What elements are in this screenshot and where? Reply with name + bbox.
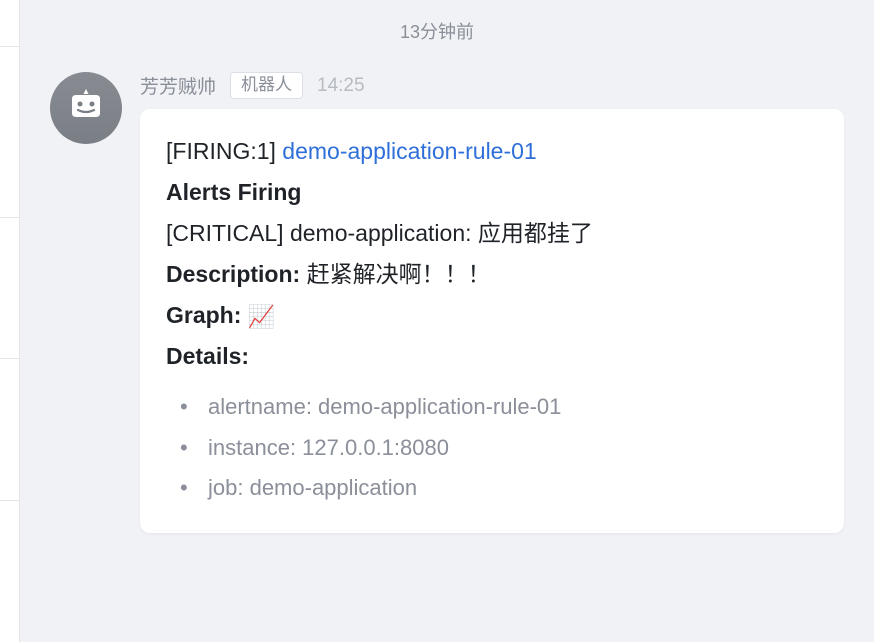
message-content: 芳芳贼帅 机器人 14:25 [FIRING:1] demo-applicati… <box>140 72 844 533</box>
left-rail <box>0 0 20 642</box>
description-line: Description: 赶紧解决啊！！！ <box>166 254 818 295</box>
message-time: 14:25 <box>317 75 365 97</box>
list-item: job: demo-application <box>180 468 818 509</box>
details-list: alertname: demo-application-rule-01insta… <box>166 387 818 509</box>
rule-link[interactable]: demo-application-rule-01 <box>282 138 536 164</box>
sender-name: 芳芳贼帅 <box>140 72 216 99</box>
firing-prefix: [FIRING:1] <box>166 138 282 164</box>
description-label: Description: <box>166 261 307 287</box>
message-row: 芳芳贼帅 机器人 14:25 [FIRING:1] demo-applicati… <box>0 72 874 533</box>
relative-timestamp: 13分钟前 <box>0 0 874 72</box>
graph-label: Graph: <box>166 302 248 328</box>
bot-avatar-icon <box>64 86 108 130</box>
chart-increasing-icon[interactable]: 📈 <box>248 304 275 329</box>
graph-line: Graph: 📈 <box>166 295 818 336</box>
list-item: instance: 127.0.0.1:8080 <box>180 428 818 469</box>
bot-badge: 机器人 <box>230 72 303 98</box>
list-item: alertname: demo-application-rule-01 <box>180 387 818 428</box>
alert-card: [FIRING:1] demo-application-rule-01 Aler… <box>140 109 844 533</box>
critical-line: [CRITICAL] demo-application: 应用都挂了 <box>166 213 818 254</box>
message-header: 芳芳贼帅 机器人 14:25 <box>140 72 844 99</box>
alerts-firing-heading: Alerts Firing <box>166 172 818 213</box>
firing-line: [FIRING:1] demo-application-rule-01 <box>166 131 818 172</box>
description-value: 赶紧解决啊！！！ <box>307 261 491 287</box>
avatar <box>50 72 122 144</box>
details-label: Details: <box>166 336 818 377</box>
